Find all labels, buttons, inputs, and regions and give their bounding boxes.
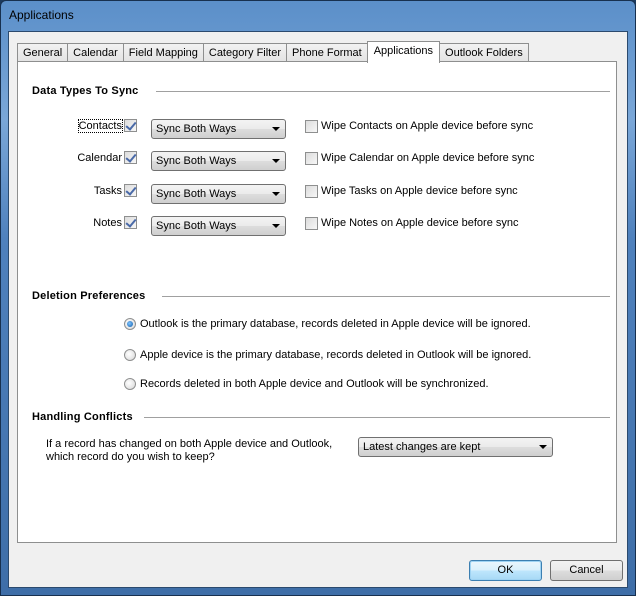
tab-general[interactable]: General: [17, 43, 69, 62]
contacts-sync-mode-value: Sync Both Ways: [156, 123, 237, 135]
conflict-question-line1: If a record has changed on both Apple de…: [46, 438, 333, 450]
notes-label[interactable]: Notes: [62, 217, 122, 229]
calendar-checkbox[interactable]: [124, 151, 137, 164]
tasks-label[interactable]: Tasks: [62, 185, 122, 197]
contacts-label-text: Contacts: [77, 119, 124, 133]
chevron-down-icon: [539, 445, 547, 449]
wipe-calendar-label[interactable]: Wipe Calendar on Apple device before syn…: [321, 152, 534, 164]
tasks-checkbox[interactable]: [124, 184, 137, 197]
tab-strip: General Calendar Field Mapping Category …: [17, 40, 529, 63]
title-bar[interactable]: Applications: [1, 1, 635, 31]
dialog-window: Applications General Calendar Field Mapp…: [0, 0, 636, 596]
chevron-down-icon: [272, 159, 280, 163]
section-divider: [162, 296, 610, 297]
conflict-question: If a record has changed on both Apple de…: [46, 438, 332, 464]
tab-field-mapping[interactable]: Field Mapping: [122, 43, 204, 62]
deletion-option-outlook-primary-label[interactable]: Outlook is the primary database, records…: [140, 318, 531, 330]
tab-category-filter[interactable]: Category Filter: [202, 43, 288, 62]
calendar-sync-mode-select[interactable]: Sync Both Ways: [151, 151, 286, 171]
window-title: Applications: [9, 8, 74, 22]
deletion-option-synchronize-radio[interactable]: [124, 378, 136, 390]
tab-applications[interactable]: Applications: [366, 41, 441, 63]
contacts-label[interactable]: Contacts: [62, 119, 124, 133]
calendar-sync-mode-value: Sync Both Ways: [156, 155, 237, 167]
handling-conflicts-section-title: Handling Conflicts: [32, 411, 133, 423]
cancel-button[interactable]: Cancel: [550, 560, 623, 581]
deletion-option-synchronize-label[interactable]: Records deleted in both Apple device and…: [140, 378, 489, 390]
notes-sync-mode-select[interactable]: Sync Both Ways: [151, 216, 286, 236]
section-divider: [144, 417, 610, 418]
applications-tab-panel: Data Types To Sync Contacts Sync Both Wa…: [17, 61, 617, 543]
notes-checkbox[interactable]: [124, 216, 137, 229]
deletion-option-outlook-primary-radio[interactable]: [124, 318, 136, 330]
contacts-sync-mode-select[interactable]: Sync Both Ways: [151, 119, 286, 139]
contacts-checkbox[interactable]: [124, 119, 137, 132]
wipe-contacts-checkbox[interactable]: [305, 120, 318, 133]
wipe-tasks-label[interactable]: Wipe Tasks on Apple device before sync: [321, 185, 518, 197]
chevron-down-icon: [272, 127, 280, 131]
deletion-preferences-section-title: Deletion Preferences: [32, 290, 146, 302]
calendar-label[interactable]: Calendar: [62, 152, 122, 164]
deletion-option-apple-primary-radio[interactable]: [124, 349, 136, 361]
dialog-client-area: General Calendar Field Mapping Category …: [8, 31, 628, 588]
tab-phone-format[interactable]: Phone Format: [286, 43, 368, 62]
notes-sync-mode-value: Sync Both Ways: [156, 220, 237, 232]
conflict-resolution-select[interactable]: Latest changes are kept: [358, 437, 553, 457]
wipe-contacts-label[interactable]: Wipe Contacts on Apple device before syn…: [321, 120, 533, 132]
wipe-notes-checkbox[interactable]: [305, 217, 318, 230]
chevron-down-icon: [272, 192, 280, 196]
chevron-down-icon: [272, 224, 280, 228]
tasks-sync-mode-value: Sync Both Ways: [156, 188, 237, 200]
ok-button[interactable]: OK: [469, 560, 542, 581]
conflict-question-line2: which record do you wish to keep?: [46, 451, 215, 463]
wipe-notes-label[interactable]: Wipe Notes on Apple device before sync: [321, 217, 519, 229]
deletion-option-apple-primary-label[interactable]: Apple device is the primary database, re…: [140, 349, 531, 361]
conflict-resolution-value: Latest changes are kept: [363, 441, 481, 453]
section-divider: [156, 91, 610, 92]
tasks-sync-mode-select[interactable]: Sync Both Ways: [151, 184, 286, 204]
tab-calendar[interactable]: Calendar: [67, 43, 124, 62]
wipe-calendar-checkbox[interactable]: [305, 152, 318, 165]
tab-outlook-folders[interactable]: Outlook Folders: [439, 43, 529, 62]
data-types-section-title: Data Types To Sync: [32, 85, 139, 97]
wipe-tasks-checkbox[interactable]: [305, 185, 318, 198]
